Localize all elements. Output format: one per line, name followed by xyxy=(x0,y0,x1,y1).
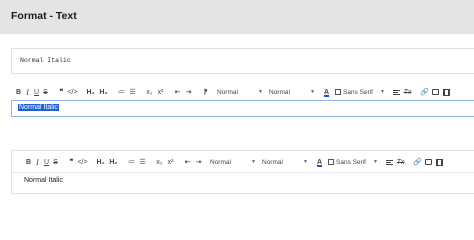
strike-button[interactable]: S xyxy=(51,155,60,169)
bullet-list-button[interactable]: ☰ xyxy=(127,85,138,99)
editor2-content[interactable]: Normal Italic xyxy=(24,177,63,184)
italic-button[interactable]: I xyxy=(33,155,42,169)
align-icon xyxy=(393,89,400,95)
align-icon xyxy=(386,159,393,165)
header2-button[interactable]: H₂ xyxy=(107,155,120,169)
header1-button[interactable]: H₁ xyxy=(94,155,107,169)
bold-button[interactable]: B xyxy=(14,85,23,99)
blockquote-button[interactable]: ❞ xyxy=(56,85,67,99)
header1-button[interactable]: H₁ xyxy=(84,85,97,99)
font-color-button[interactable]: A xyxy=(314,155,325,169)
background-color-button[interactable] xyxy=(325,155,336,169)
html-output-text: Normal Italic xyxy=(20,57,71,64)
html-output-box: Normal Italic xyxy=(11,48,474,74)
image-button[interactable] xyxy=(430,85,441,99)
size-picker[interactable]: Normal ▼ xyxy=(217,85,263,99)
header-picker[interactable]: Normal ▼ xyxy=(269,85,315,99)
font-picker-label: Sans Serif xyxy=(336,158,366,166)
video-button[interactable] xyxy=(434,155,445,169)
image-icon xyxy=(425,159,432,165)
chevron-down-icon: ▼ xyxy=(310,89,315,95)
video-icon xyxy=(443,88,450,96)
video-icon xyxy=(436,158,443,166)
editor2-toolbar: B I U S ❞ </> H₁ H₂ ≔ ☰ x₂ x² ⇤ ⇥ Normal… xyxy=(24,154,445,170)
size-picker[interactable]: Normal ▼ xyxy=(210,155,256,169)
align-button[interactable] xyxy=(384,155,395,169)
header-picker[interactable]: Normal ▼ xyxy=(262,155,308,169)
video-button[interactable] xyxy=(441,85,452,99)
chevron-down-icon: ▼ xyxy=(258,89,263,95)
background-color-button[interactable] xyxy=(332,85,343,99)
page-header: Format - Text xyxy=(0,0,474,34)
italic-button[interactable]: I xyxy=(23,85,32,99)
bold-button[interactable]: B xyxy=(24,155,33,169)
underline-button[interactable]: U xyxy=(32,85,41,99)
selected-text[interactable]: Normal Italic xyxy=(18,104,59,111)
direction-button[interactable]: ⁋ xyxy=(200,85,211,99)
indent-button[interactable]: ⇥ xyxy=(183,85,194,99)
subscript-button[interactable]: x₂ xyxy=(154,155,165,169)
font-picker-label: Sans Serif xyxy=(343,88,373,96)
subscript-button[interactable]: x₂ xyxy=(144,85,155,99)
font-color-button[interactable]: A xyxy=(321,85,332,99)
strike-button[interactable]: S xyxy=(41,85,50,99)
clean-format-button[interactable]: Tx xyxy=(395,155,406,169)
indent-button[interactable]: ⇥ xyxy=(193,155,204,169)
chevron-down-icon: ▼ xyxy=(380,89,385,95)
color-square-icon xyxy=(334,89,341,95)
chevron-down-icon: ▼ xyxy=(303,159,308,165)
image-icon xyxy=(432,89,439,95)
editor1-toolbar: B I U S ❞ </> H₁ H₂ ≔ ☰ x₂ x² ⇤ ⇥ ⁋ Norm… xyxy=(14,84,452,100)
font-picker[interactable]: Sans Serif ▼ xyxy=(336,155,378,169)
editor2-toolbar-divider xyxy=(11,172,474,173)
ordered-list-button[interactable]: ≔ xyxy=(126,155,137,169)
outdent-button[interactable]: ⇤ xyxy=(182,155,193,169)
image-button[interactable] xyxy=(423,155,434,169)
chevron-down-icon: ▼ xyxy=(251,159,256,165)
color-square-icon xyxy=(327,159,334,165)
clean-format-button[interactable]: Tx xyxy=(402,85,413,99)
ordered-list-button[interactable]: ≔ xyxy=(116,85,127,99)
font-picker[interactable]: Sans Serif ▼ xyxy=(343,85,385,99)
chevron-down-icon: ▼ xyxy=(373,159,378,165)
link-button[interactable]: 🔗 xyxy=(412,155,423,169)
align-button[interactable] xyxy=(391,85,402,99)
underline-button[interactable]: U xyxy=(42,155,51,169)
outdent-button[interactable]: ⇤ xyxy=(172,85,183,99)
editor1-content[interactable]: Normal Italic xyxy=(11,100,474,117)
size-picker-label: Normal xyxy=(210,158,231,166)
blockquote-button[interactable]: ❞ xyxy=(66,155,77,169)
superscript-button[interactable]: x² xyxy=(155,85,166,99)
header-picker-label: Normal xyxy=(269,88,290,96)
bullet-list-button[interactable]: ☰ xyxy=(137,155,148,169)
code-block-button[interactable]: </> xyxy=(77,155,88,169)
link-button[interactable]: 🔗 xyxy=(419,85,430,99)
size-picker-label: Normal xyxy=(217,88,238,96)
page-title: Format - Text xyxy=(11,10,77,22)
code-block-button[interactable]: </> xyxy=(67,85,78,99)
header-picker-label: Normal xyxy=(262,158,283,166)
superscript-button[interactable]: x² xyxy=(165,155,176,169)
header2-button[interactable]: H₂ xyxy=(97,85,110,99)
